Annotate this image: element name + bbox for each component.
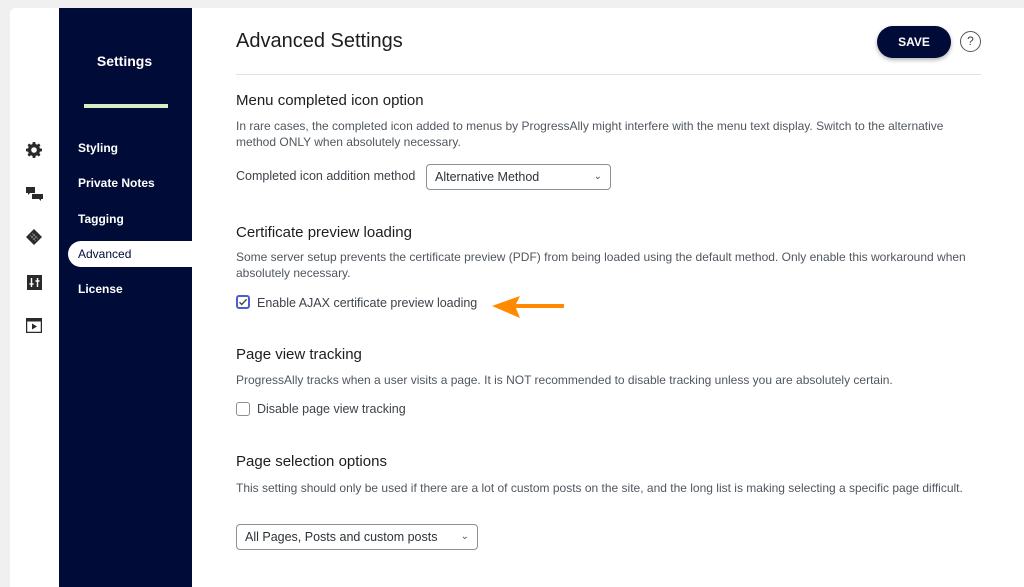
checkmark-icon <box>238 298 248 306</box>
chevron-down-icon: ⌄ <box>460 531 469 542</box>
gear-icon[interactable] <box>25 141 43 159</box>
help-icon[interactable]: ? <box>960 31 981 52</box>
section-heading-tracking: Page view tracking <box>236 346 362 363</box>
sidebar-item-private-notes[interactable]: Private Notes <box>78 170 155 196</box>
annotation-arrow-icon <box>492 296 564 318</box>
sidebar-item-styling[interactable]: Styling <box>78 135 118 161</box>
disable-tracking-label[interactable]: Disable page view tracking <box>257 402 406 416</box>
sidebar-title-underline <box>84 104 168 108</box>
section-description-menu-icon: In rare cases, the completed icon added … <box>236 119 944 149</box>
ajax-certificate-checkbox[interactable] <box>236 295 250 309</box>
completed-icon-method-select[interactable]: Alternative Method ⌄ <box>426 164 611 190</box>
page-title: Advanced Settings <box>236 30 403 52</box>
completed-icon-method-label: Completed icon addition method <box>236 169 416 183</box>
section-description-page-selection: This setting should only be used if ther… <box>236 481 963 495</box>
sidebar-item-advanced[interactable]: Advanced <box>68 241 192 267</box>
chat-bubbles-icon[interactable] <box>25 184 43 202</box>
tag-icon[interactable] <box>25 228 43 246</box>
icon-bar <box>10 8 59 587</box>
main-content: Advanced Settings SAVE ? Menu completed … <box>236 8 981 587</box>
disable-tracking-checkbox[interactable] <box>236 402 250 416</box>
header-divider <box>236 74 981 75</box>
app-window: Settings Styling Private Notes Tagging A… <box>10 8 1024 587</box>
video-icon[interactable] <box>25 316 43 334</box>
page-selection-value: All Pages, Posts and custom posts <box>245 530 438 544</box>
sliders-icon[interactable] <box>25 273 43 291</box>
section-description-tracking: ProgressAlly tracks when a user visits a… <box>236 373 893 387</box>
ajax-certificate-label[interactable]: Enable AJAX certificate preview loading <box>257 296 477 310</box>
section-heading-certificate: Certificate preview loading <box>236 224 412 241</box>
completed-icon-method-value: Alternative Method <box>435 170 540 184</box>
sidebar-item-license[interactable]: License <box>78 276 123 302</box>
sidebar-title: Settings <box>96 53 153 69</box>
chevron-down-icon: ⌄ <box>593 171 602 182</box>
section-description-certificate: Some server setup prevents the certifica… <box>236 250 966 280</box>
settings-sidebar: Settings Styling Private Notes Tagging A… <box>59 8 192 587</box>
section-heading-menu-icon: Menu completed icon option <box>236 92 424 109</box>
sidebar-item-tagging[interactable]: Tagging <box>78 206 124 232</box>
section-heading-page-selection: Page selection options <box>236 453 387 470</box>
page-selection-select[interactable]: All Pages, Posts and custom posts ⌄ <box>236 524 478 550</box>
save-button[interactable]: SAVE <box>877 26 951 58</box>
